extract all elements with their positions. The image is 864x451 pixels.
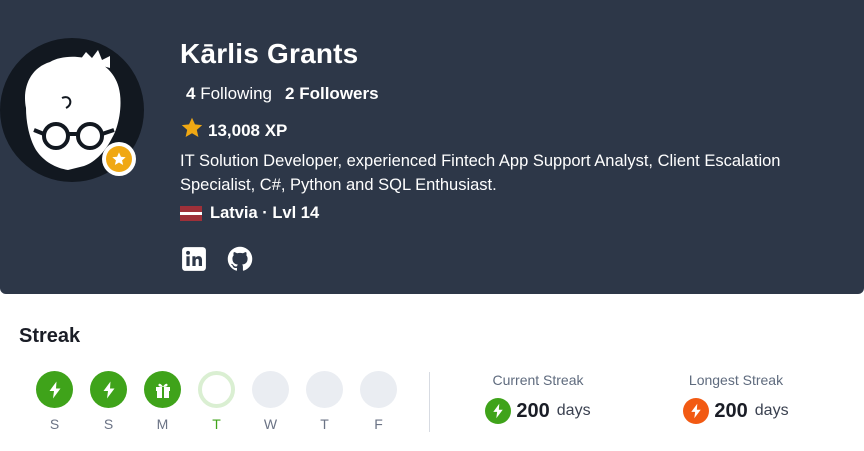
longest-streak-label: Longest Streak	[688, 372, 784, 388]
following-link[interactable]: 4 Following	[186, 84, 272, 104]
location-text: Latvia · Lvl 14	[210, 204, 320, 222]
current-streak-value: 200	[516, 399, 550, 422]
longest-streak-unit: days	[754, 402, 789, 419]
streak-days: S S M T W T F	[36, 371, 397, 432]
day-label: W	[263, 416, 278, 432]
bolt-icon	[49, 381, 60, 398]
day-label: F	[374, 416, 383, 432]
gift-icon	[155, 383, 170, 398]
followers-link[interactable]: 2 Followers	[285, 84, 379, 104]
longest-streak-value-row: 200 days	[683, 398, 789, 424]
level-badge	[102, 142, 136, 176]
latvia-flag-icon	[180, 206, 202, 221]
star-icon	[180, 116, 204, 145]
day-label: M	[156, 416, 169, 432]
streak-day-today	[198, 371, 235, 408]
followers-label: Followers	[299, 84, 379, 103]
streak-day-future	[306, 371, 343, 408]
current-streak: Current Streak 200 days	[458, 372, 618, 424]
bolt-icon	[485, 398, 512, 424]
streak-day: T	[306, 371, 343, 432]
location-level: Latvia · Lvl 14	[180, 204, 319, 223]
streak-day-done	[90, 371, 127, 408]
day-label: S	[49, 416, 60, 432]
streak-day: W	[252, 371, 289, 432]
streak-day: S	[36, 371, 73, 432]
longest-streak: Longest Streak 200 days	[656, 372, 816, 424]
github-icon[interactable]	[226, 245, 254, 273]
streak-divider	[429, 372, 430, 432]
day-label: T	[320, 416, 329, 432]
streak-day-future	[252, 371, 289, 408]
profile-name: Kārlis Grants	[180, 38, 359, 69]
xp-display: 13,008 XP	[180, 116, 287, 145]
streak-title: Streak	[19, 325, 81, 347]
current-streak-label: Current Streak	[492, 372, 584, 388]
follow-stats: 4 Following 2 Followers	[186, 84, 379, 104]
streak-day: S	[90, 371, 127, 432]
star-badge-icon	[106, 146, 132, 172]
streak-day-done	[36, 371, 73, 408]
profile-bio: IT Solution Developer, experienced Finte…	[180, 152, 781, 194]
streak-day: F	[360, 371, 397, 432]
followers-count: 2	[285, 84, 295, 103]
streak-day-future	[360, 371, 397, 408]
bolt-icon	[683, 398, 710, 424]
xp-value: 13,008 XP	[208, 120, 288, 140]
following-label: Following	[200, 84, 273, 103]
avatar-container	[0, 38, 144, 182]
social-links	[180, 245, 254, 273]
following-count: 4	[186, 84, 196, 103]
current-streak-unit: days	[556, 402, 591, 419]
linkedin-icon[interactable]	[180, 245, 208, 273]
day-label: S	[103, 416, 114, 432]
streak-day: T	[198, 371, 235, 432]
day-label-today: T	[212, 416, 221, 432]
longest-streak-value: 200	[714, 399, 748, 422]
streak-day: M	[144, 371, 181, 432]
streak-day-done	[144, 371, 181, 408]
profile-header: Kārlis Grants 4 Following 2 Followers 13…	[0, 0, 864, 294]
current-streak-value-row: 200 days	[485, 398, 591, 424]
bolt-icon	[103, 381, 114, 398]
